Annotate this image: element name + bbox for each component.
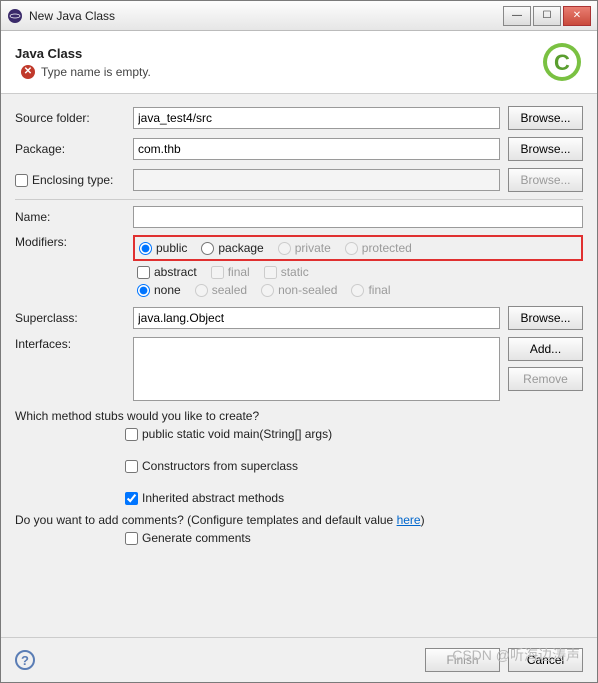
here-link[interactable]: here xyxy=(397,513,421,527)
package-input[interactable] xyxy=(133,138,500,160)
titlebar: New Java Class — ☐ ✕ xyxy=(1,1,597,31)
radio-private: private xyxy=(278,241,331,255)
radio-non-sealed: non-sealed xyxy=(261,283,337,297)
remove-interface-button: Remove xyxy=(508,367,583,391)
modifiers-label: Modifiers: xyxy=(15,235,125,249)
radio-package[interactable]: package xyxy=(201,241,263,255)
source-folder-input[interactable] xyxy=(133,107,500,129)
banner-title: Java Class xyxy=(15,46,541,61)
browse-package-button[interactable]: Browse... xyxy=(508,137,583,161)
check-static: static xyxy=(264,265,309,279)
interfaces-label: Interfaces: xyxy=(15,337,125,351)
enclosing-type-input xyxy=(133,169,500,191)
window-buttons: — ☐ ✕ xyxy=(503,6,591,26)
check-main-stub[interactable]: public static void main(String[] args) xyxy=(125,427,583,441)
error-icon: ✕ xyxy=(21,65,35,79)
radio-protected: protected xyxy=(345,241,412,255)
radio-sealed: sealed xyxy=(195,283,247,297)
dialog-window: New Java Class — ☐ ✕ Java Class ✕ Type n… xyxy=(0,0,598,683)
access-modifiers-highlight: public package private protected xyxy=(133,235,583,261)
browse-source-button[interactable]: Browse... xyxy=(508,106,583,130)
banner: Java Class ✕ Type name is empty. C xyxy=(1,31,597,94)
window-title: New Java Class xyxy=(29,9,503,23)
finish-button: Finish xyxy=(425,648,500,672)
check-gen-comments[interactable]: Generate comments xyxy=(125,531,583,545)
check-abstract[interactable]: abstract xyxy=(137,265,197,279)
class-icon: C xyxy=(541,41,583,83)
check-inherited-stub[interactable]: Inherited abstract methods xyxy=(125,491,583,505)
stubs-question: Which method stubs would you like to cre… xyxy=(15,409,583,423)
footer: ? Finish Cancel xyxy=(1,637,597,682)
radio-public[interactable]: public xyxy=(139,241,187,255)
banner-message: Type name is empty. xyxy=(41,65,151,79)
svg-text:C: C xyxy=(554,50,570,75)
name-label: Name: xyxy=(15,210,125,224)
browse-enclosing-button: Browse... xyxy=(508,168,583,192)
radio-final2: final xyxy=(351,283,390,297)
superclass-input[interactable] xyxy=(133,307,500,329)
enclosing-type-check[interactable]: Enclosing type: xyxy=(15,173,125,187)
superclass-label: Superclass: xyxy=(15,311,125,325)
source-folder-label: Source folder: xyxy=(15,111,125,125)
cancel-button[interactable]: Cancel xyxy=(508,648,583,672)
interfaces-list[interactable] xyxy=(133,337,500,401)
name-input[interactable] xyxy=(133,206,583,228)
add-interface-button[interactable]: Add... xyxy=(508,337,583,361)
check-ctor-stub[interactable]: Constructors from superclass xyxy=(125,459,583,473)
radio-none[interactable]: none xyxy=(137,283,181,297)
maximize-button[interactable]: ☐ xyxy=(533,6,561,26)
comments-question: Do you want to add comments? (Configure … xyxy=(15,513,583,527)
close-button[interactable]: ✕ xyxy=(563,6,591,26)
browse-superclass-button[interactable]: Browse... xyxy=(508,306,583,330)
help-icon[interactable]: ? xyxy=(15,650,35,670)
package-label: Package: xyxy=(15,142,125,156)
check-final: final xyxy=(211,265,250,279)
eclipse-icon xyxy=(7,8,23,24)
minimize-button[interactable]: — xyxy=(503,6,531,26)
content-area: Source folder: Browse... Package: Browse… xyxy=(1,94,597,637)
separator xyxy=(15,199,583,200)
